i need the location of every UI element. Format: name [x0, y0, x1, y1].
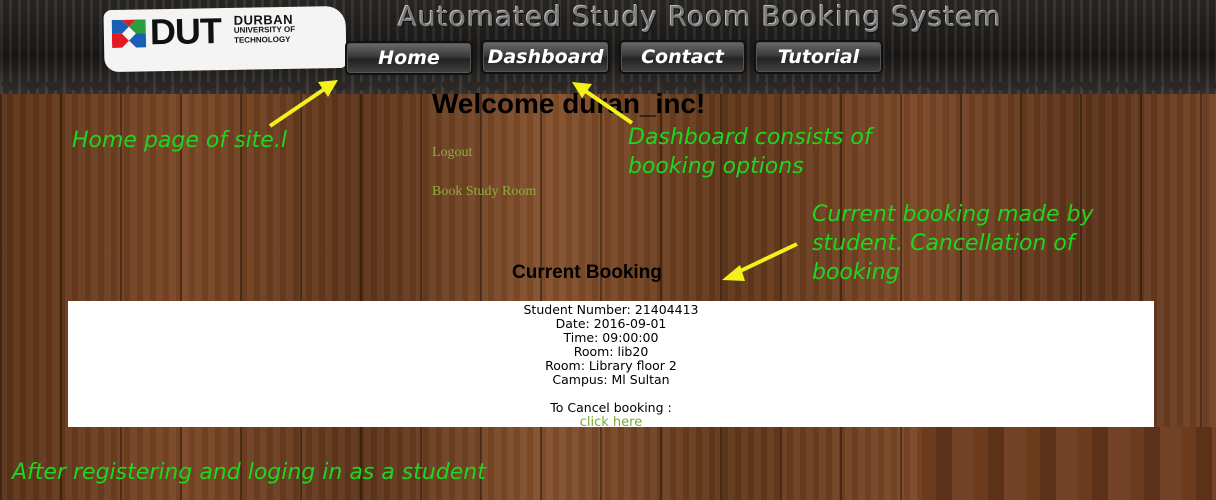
- cancel-booking-label: To Cancel booking :: [550, 400, 672, 415]
- book-study-room-link[interactable]: Book Study Room: [432, 184, 536, 200]
- annotation-booking-line1: Current booking made by: [812, 202, 1094, 227]
- nav-tutorial-button[interactable]: Tutorial: [754, 40, 883, 74]
- background-patch: [922, 427, 1216, 500]
- nav-contact-button[interactable]: Contact: [619, 40, 746, 74]
- welcome-heading: Welcome duran_inc!: [432, 88, 706, 119]
- dut-logo[interactable]: DUT DURBAN UNIVERSITY OF TECHNOLOGY: [103, 5, 347, 73]
- booking-room: Room: lib20: [573, 344, 649, 359]
- annotation-home: Home page of site.l: [72, 128, 287, 153]
- booking-details-panel: Student Number: 21404413 Date: 2016-09-0…: [68, 301, 1154, 430]
- cancel-booking-link[interactable]: click here: [580, 416, 642, 430]
- annotation-booking-line2: student. Cancellation of: [812, 231, 1075, 256]
- dut-logo-mark-icon: [111, 19, 147, 48]
- annotation-booking-line3: booking: [812, 260, 900, 285]
- booking-details: Student Number: 21404413 Date: 2016-09-0…: [68, 301, 1154, 430]
- logo-university-name: DURBAN UNIVERSITY OF TECHNOLOGY: [233, 12, 296, 46]
- annotation-dashboard-line2: booking options: [628, 154, 804, 179]
- annotation-footer: After registering and loging in as a stu…: [12, 460, 486, 485]
- booking-room-location: Room: Library floor 2: [545, 358, 677, 373]
- logo-name-line3: TECHNOLOGY: [233, 34, 291, 45]
- logout-link[interactable]: Logout: [432, 145, 472, 161]
- booking-time: Time: 09:00:00: [563, 330, 659, 345]
- logo-brand: DUT: [149, 10, 222, 53]
- student-number: Student Number: 21404413: [523, 302, 699, 317]
- site-title: Automated Study Room Booking System: [398, 0, 1002, 33]
- nav-dashboard-button[interactable]: Dashboard: [481, 40, 610, 74]
- booking-date: Date: 2016-09-01: [555, 316, 667, 331]
- arrow-current-booking-icon: [722, 242, 798, 281]
- current-booking-title: Current Booking: [512, 262, 662, 283]
- nav-home-button[interactable]: Home: [345, 41, 473, 75]
- annotation-dashboard-line1: Dashboard consists of: [628, 125, 872, 150]
- booking-campus: Campus: Ml Sultan: [552, 372, 670, 387]
